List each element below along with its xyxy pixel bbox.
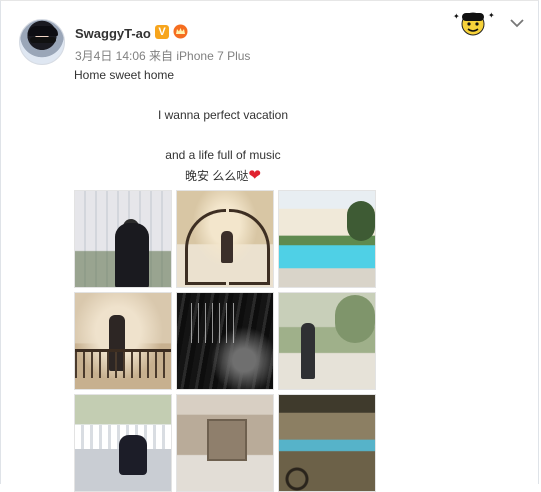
photo-grid — [74, 190, 378, 492]
post-line-4: 晚安 么么哒❤ — [74, 167, 372, 184]
photo-thumbnail-8[interactable] — [176, 394, 274, 492]
photo-thumbnail-7[interactable] — [74, 394, 172, 492]
photo-9-shape-railing — [279, 465, 375, 491]
photo-2-shape-rail-left — [185, 209, 226, 285]
photo-thumbnail-4[interactable] — [74, 292, 172, 390]
username-link[interactable]: SwaggyT-ao — [75, 26, 151, 41]
post-line-1: Home sweet home — [74, 68, 175, 82]
weibo-post-card: SwaggyT-ao V 3月4日 14:06 来自 iPhone 7 Plus… — [0, 0, 539, 492]
photo-1-shape-figure — [115, 223, 149, 287]
photo-thumbnail-1[interactable] — [74, 190, 172, 288]
user-avatar[interactable] — [19, 19, 65, 65]
photo-2-shape-figure — [221, 231, 233, 263]
photo-thumbnail-3[interactable] — [278, 190, 376, 288]
photo-6-shape-figure — [301, 323, 315, 379]
svg-text:✦: ✦ — [453, 12, 460, 21]
verified-v-icon: V — [155, 25, 169, 39]
photo-6-shape-tree — [335, 295, 375, 343]
photo-2-shape-rail-right — [229, 209, 270, 285]
photo-thumbnail-2[interactable] — [176, 190, 274, 288]
photo-thumbnail-6[interactable] — [278, 292, 376, 390]
post-line-4-text: 晚安 么么哒 — [185, 169, 249, 183]
photo-5-shape-chains — [191, 303, 237, 343]
photo-7-shape-figure — [119, 435, 147, 475]
post-line-2: I wanna perfect vacation — [157, 108, 289, 122]
heart-emoji-icon: ❤ — [248, 167, 261, 184]
photo-4-shape-railing — [75, 349, 171, 378]
photo-thumbnail-9[interactable] — [278, 394, 376, 492]
avatar-glasses-shape — [30, 37, 56, 43]
svg-text:✦: ✦ — [488, 11, 495, 20]
avatar-sticker-icon: ✦ ✦ — [453, 11, 495, 36]
post-line-3: and a life full of music — [165, 148, 281, 162]
photo-thumbnail-5[interactable] — [176, 292, 274, 390]
photo-8-shape-doorway — [207, 419, 247, 461]
avatar-cap-shape — [28, 26, 58, 36]
post-meta-time-source: 3月4日 14:06 来自 iPhone 7 Plus — [75, 49, 251, 63]
member-crown-icon — [173, 24, 188, 39]
chevron-down-icon[interactable] — [510, 18, 524, 28]
photo-3-shape-tree — [347, 201, 375, 241]
